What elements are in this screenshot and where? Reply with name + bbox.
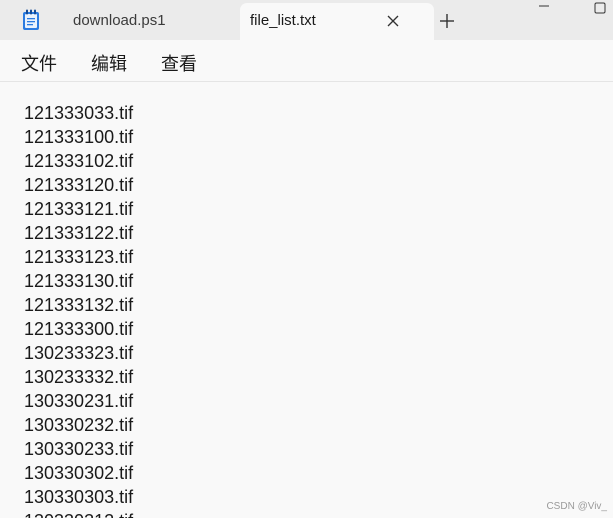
plus-icon[interactable] — [434, 8, 460, 34]
text-line: 130330302.tif — [24, 463, 134, 483]
text-line: 121333122.tif — [24, 223, 134, 243]
text-editor[interactable]: 121333033.tif 121333100.tif 121333102.ti… — [0, 82, 613, 518]
text-line: 130330312.tif — [24, 509, 133, 518]
close-icon[interactable] — [381, 9, 405, 33]
menu-view[interactable]: 查看 — [161, 50, 197, 76]
menu-edit[interactable]: 编辑 — [91, 50, 127, 76]
text-line: 121333120.tif — [24, 175, 134, 195]
tab-bar: download.ps1 file_list.txt — [0, 0, 613, 40]
text-line: 121333130.tif — [24, 271, 134, 291]
text-line: 121333102.tif — [24, 151, 134, 171]
menu-bar: 文件 编辑 查看 — [0, 40, 613, 82]
menu-file[interactable]: 文件 — [21, 50, 57, 76]
maximize-icon[interactable] — [588, 0, 612, 18]
minimize-icon[interactable] — [532, 0, 556, 12]
text-line: 121333100.tif — [24, 127, 134, 147]
text-line: 121333300.tif — [24, 319, 134, 339]
tab-file-list-txt[interactable]: file_list.txt — [240, 3, 434, 40]
tab-label: file_list.txt — [250, 12, 316, 29]
notepad-icon — [23, 9, 39, 30]
text-line: 130330303.tif — [24, 487, 134, 507]
tab-label: download.ps1 — [73, 12, 166, 29]
text-line: 130330232.tif — [24, 415, 134, 435]
text-lines: 121333033.tif 121333100.tif 121333102.ti… — [24, 101, 133, 518]
text-line: 130330233.tif — [24, 439, 134, 459]
text-line: 121333121.tif — [24, 199, 134, 219]
text-line: 121333132.tif — [24, 295, 134, 315]
notepad-window: download.ps1 file_list.txt 文件 编辑 查看 1213… — [0, 0, 613, 518]
tab-download-ps1[interactable]: download.ps1 — [56, 3, 236, 40]
watermark: CSDN @Viv_ — [546, 501, 607, 512]
text-line: 130330231.tif — [24, 391, 134, 411]
text-line: 121333033.tif — [24, 103, 134, 123]
text-line: 130233323.tif — [24, 343, 134, 363]
text-line: 121333123.tif — [24, 247, 134, 267]
text-line: 130233332.tif — [24, 367, 134, 387]
